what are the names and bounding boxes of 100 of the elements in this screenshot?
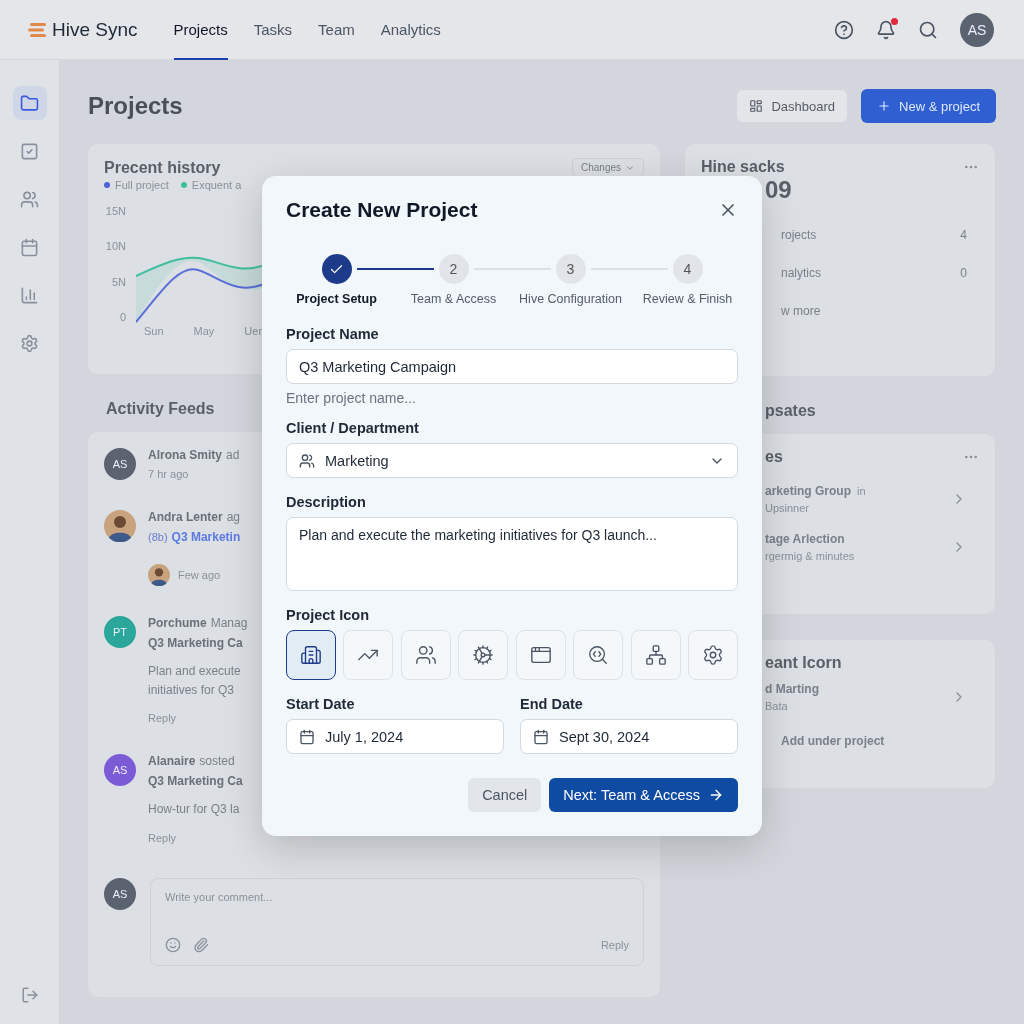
users-icon: [20, 189, 39, 209]
dashboard-button[interactable]: Dashboard: [737, 90, 848, 122]
item-title: d Marting: [765, 682, 819, 696]
section-title: psates: [765, 402, 817, 420]
step-indicator: 2: [438, 254, 469, 284]
avatar-icon: [104, 510, 136, 542]
calendar-icon: [20, 237, 39, 257]
logo-icon: [28, 21, 48, 38]
update-title: arketing Group: [765, 484, 851, 498]
user-name: Porchume: [148, 616, 207, 630]
checkbox-icon: [20, 141, 39, 161]
folder-icon: [20, 93, 39, 113]
stat-total: 09: [765, 176, 792, 203]
stat-label: nalytics: [781, 266, 821, 280]
user-avatar: AS: [104, 877, 136, 910]
next-button[interactable]: Next: Team & Access: [549, 778, 738, 812]
item-subtitle: Bata: [765, 700, 789, 712]
axis-label: 10N: [105, 240, 126, 253]
project-name: Q3 Marketing Ca: [148, 774, 244, 789]
calendar-icon: [299, 728, 315, 745]
app-name: Hive Sync: [52, 18, 138, 41]
user-avatar: PT: [104, 616, 136, 648]
settings-icon: [20, 333, 39, 353]
nav-tab[interactable]: Tasks: [253, 0, 293, 60]
step-label: Team & Access: [410, 292, 497, 306]
avatar-icon: [148, 564, 170, 586]
description-field[interactable]: Plan and execute the marketing initiatives for Q3 launch...: [286, 517, 738, 591]
client-dropdown[interactable]: Marketing: [286, 443, 738, 478]
search-icon[interactable]: [573, 630, 624, 680]
tag-text: (8b): [148, 531, 168, 543]
field-label: Description: [286, 494, 367, 510]
cog-icon[interactable]: [458, 630, 509, 680]
stat-label: rojects: [781, 228, 817, 242]
search-icon[interactable]: [918, 19, 938, 40]
network-icon[interactable]: [630, 630, 681, 680]
user-name: Andra Lenter: [148, 510, 223, 524]
field-label: End Date: [520, 696, 584, 712]
nav-tab[interactable]: Team: [318, 0, 355, 60]
field-label: Start Date: [286, 696, 356, 712]
update-subtitle: Upsinner: [765, 502, 811, 514]
nav-tab[interactable]: Analytics: [380, 0, 441, 60]
end-date-field[interactable]: Sept 30, 2024: [520, 719, 738, 754]
logout-icon[interactable]: [20, 986, 39, 1004]
card-title: Hine sacks: [701, 158, 785, 176]
field-label: Client / Department: [286, 420, 420, 436]
card-title: Precent history: [104, 158, 221, 177]
cancel-button[interactable]: Cancel: [468, 778, 542, 812]
update-subtitle: rgermig & minutes: [765, 550, 855, 562]
settings-icon[interactable]: [687, 630, 738, 680]
users-icon[interactable]: [400, 630, 451, 680]
axis-label: 5N: [111, 275, 126, 288]
arrow-right-icon: [708, 787, 724, 803]
step-indicator: 3: [555, 254, 586, 284]
action-text: Manag: [210, 616, 248, 630]
time-text: 7 hr ago: [148, 468, 190, 480]
card-title: es: [765, 448, 783, 466]
user-avatar: AS: [104, 754, 136, 787]
axis-label: 15N: [105, 205, 126, 217]
attach-icon[interactable]: [193, 936, 209, 953]
legend-label: Exquent a: [191, 179, 242, 191]
nav-tab[interactable]: Projects: [173, 0, 228, 60]
page-title: Projects: [88, 92, 184, 120]
action-text: ad: [226, 448, 240, 462]
new-project-button[interactable]: New & project: [861, 89, 996, 123]
users-icon: [299, 452, 315, 469]
section-title: Activity Feeds: [106, 400, 216, 418]
plus-icon: [877, 99, 892, 113]
user-name: Alanaire: [148, 754, 196, 769]
user-avatar[interactable]: AS: [960, 12, 994, 47]
step-indicator: 4: [672, 254, 703, 284]
sidebar-item[interactable]: [12, 86, 47, 120]
stat-value: 4: [960, 228, 967, 242]
update-title: tage Arlection: [765, 532, 845, 546]
field-label: Project Name: [286, 326, 380, 342]
tag-text: in: [857, 485, 866, 497]
field-label: Project Icon: [286, 607, 370, 623]
calendar-icon: [533, 728, 549, 745]
step-label: Project Setup: [296, 292, 377, 306]
step-label: Hive Configuration: [519, 292, 622, 306]
time-text: Few ago: [178, 569, 221, 581]
window-icon[interactable]: [515, 630, 566, 680]
more-link[interactable]: w more: [781, 304, 821, 318]
start-date-field[interactable]: July 1, 2024: [286, 719, 504, 754]
step-label: Review & Finish: [642, 292, 733, 306]
bar-chart-icon: [20, 285, 39, 305]
emoji-icon[interactable]: [165, 936, 181, 953]
helper-text: Enter project name...: [286, 390, 417, 406]
help-icon[interactable]: [834, 19, 854, 40]
bell-icon[interactable]: [876, 19, 896, 40]
action-text: sosted: [199, 754, 235, 769]
legend-label: Full project: [115, 179, 169, 191]
project-name: Q3 Marketing Ca: [148, 636, 244, 650]
comment-text: Plan and execute initiatives for Q3: [148, 663, 242, 700]
action-text: ag: [226, 510, 241, 524]
project-name-field[interactable]: Q3 Marketing Campaign: [286, 349, 738, 384]
building-icon[interactable]: [286, 630, 336, 680]
chart-icon[interactable]: [343, 630, 394, 680]
user-avatar: AS: [104, 448, 136, 480]
dashboard-icon: [749, 99, 764, 113]
dialog-title: Create New Project: [286, 198, 479, 222]
